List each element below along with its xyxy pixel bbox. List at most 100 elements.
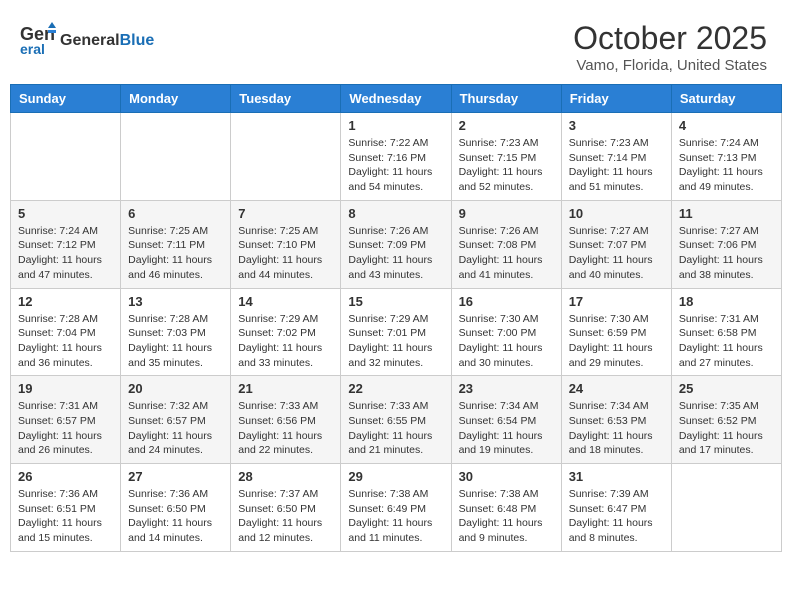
day-number: 17 — [569, 294, 664, 309]
calendar-cell: 12Sunrise: 7:28 AMSunset: 7:04 PMDayligh… — [11, 288, 121, 376]
calendar-cell: 26 Sunrise: 7:36 AMSunset: 6:51 PMDayligh… — [11, 464, 121, 552]
day-info: Sunrise: 7:26 AMSunset: 7:08 PMDaylight:… — [459, 224, 554, 283]
day-number: 13 — [128, 294, 223, 309]
day-info: Sunrise: 7:25 AMSunset: 7:11 PMDaylight:… — [128, 224, 223, 283]
calendar-header-row: SundayMondayTuesdayWednesdayThursdayFrid… — [11, 85, 782, 113]
calendar-cell: 9 Sunrise: 7:26 AMSunset: 7:08 PMDaylight… — [451, 200, 561, 288]
day-info: Sunrise: 7:28 AMSunset: 7:04 PMDaylight:… — [18, 312, 113, 371]
day-info: Sunrise: 7:30 AMSunset: 7:00 PMDaylight:… — [459, 312, 554, 371]
calendar-cell: 27 Sunrise: 7:36 AMSunset: 6:50 PMDayligh… — [121, 464, 231, 552]
logo: Gen eral GeneralBlue — [20, 20, 154, 61]
day-number: 5 — [18, 206, 113, 221]
calendar-cell — [11, 113, 121, 201]
day-info: Sunrise: 7:24 AMSunset: 7:12 PMDaylight:… — [18, 224, 113, 283]
day-info: Sunrise: 7:34 AMSunset: 6:53 PMDaylight:… — [569, 399, 664, 458]
calendar-cell: 23Sunrise: 7:34 AMSunset: 6:54 PMDayligh… — [451, 376, 561, 464]
day-header-wednesday: Wednesday — [341, 85, 451, 113]
day-info: Sunrise: 7:23 AMSunset: 7:15 PMDaylight:… — [459, 136, 554, 195]
calendar-cell: 22 Sunrise: 7:33 AMSunset: 6:55 PMDayligh… — [341, 376, 451, 464]
calendar-cell: 6 Sunrise: 7:25 AMSunset: 7:11 PMDaylight… — [121, 200, 231, 288]
day-header-tuesday: Tuesday — [231, 85, 341, 113]
day-info: Sunrise: 7:31 AMSunset: 6:58 PMDaylight:… — [679, 312, 774, 371]
title-block: October 2025 Vamo, Florida, United State… — [573, 20, 767, 74]
week-row-1: 1 Sunrise: 7:22 AMSunset: 7:16 PMDaylight… — [11, 113, 782, 201]
day-number: 14 — [238, 294, 333, 309]
day-number: 21 — [238, 381, 333, 396]
day-number: 4 — [679, 118, 774, 133]
day-number: 16 — [459, 294, 554, 309]
day-info: Sunrise: 7:39 AMSunset: 6:47 PMDaylight:… — [569, 487, 664, 546]
logo-icon: Gen eral — [20, 20, 56, 61]
calendar-cell: 29 Sunrise: 7:38 AMSunset: 6:49 PMDayligh… — [341, 464, 451, 552]
calendar-cell: 17 Sunrise: 7:30 AMSunset: 6:59 PMDayligh… — [561, 288, 671, 376]
week-row-4: 19Sunrise: 7:31 AMSunset: 6:57 PMDayligh… — [11, 376, 782, 464]
day-number: 15 — [348, 294, 443, 309]
day-number: 20 — [128, 381, 223, 396]
calendar-cell: 10Sunrise: 7:27 AMSunset: 7:07 PMDayligh… — [561, 200, 671, 288]
calendar-cell: 2 Sunrise: 7:23 AMSunset: 7:15 PMDaylight… — [451, 113, 561, 201]
calendar-cell: 15 Sunrise: 7:29 AMSunset: 7:01 PMDayligh… — [341, 288, 451, 376]
day-number: 26 — [18, 469, 113, 484]
calendar-cell: 30Sunrise: 7:38 AMSunset: 6:48 PMDayligh… — [451, 464, 561, 552]
day-info: Sunrise: 7:24 AMSunset: 7:13 PMDaylight:… — [679, 136, 774, 195]
calendar-cell: 31 Sunrise: 7:39 AMSunset: 6:47 PMDayligh… — [561, 464, 671, 552]
calendar-cell: 20Sunrise: 7:32 AMSunset: 6:57 PMDayligh… — [121, 376, 231, 464]
calendar-cell: 7Sunrise: 7:25 AMSunset: 7:10 PMDaylight… — [231, 200, 341, 288]
day-info: Sunrise: 7:35 AMSunset: 6:52 PMDaylight:… — [679, 399, 774, 458]
calendar-table: SundayMondayTuesdayWednesdayThursdayFrid… — [10, 84, 782, 552]
week-row-5: 26 Sunrise: 7:36 AMSunset: 6:51 PMDayligh… — [11, 464, 782, 552]
calendar-cell: 14 Sunrise: 7:29 AMSunset: 7:02 PMDayligh… — [231, 288, 341, 376]
logo-general: General — [60, 32, 120, 49]
day-info: Sunrise: 7:28 AMSunset: 7:03 PMDaylight:… — [128, 312, 223, 371]
calendar-cell — [121, 113, 231, 201]
day-info: Sunrise: 7:22 AMSunset: 7:16 PMDaylight:… — [348, 136, 443, 195]
day-number: 31 — [569, 469, 664, 484]
day-info: Sunrise: 7:38 AMSunset: 6:49 PMDaylight:… — [348, 487, 443, 546]
calendar-cell — [671, 464, 781, 552]
location-subtitle: Vamo, Florida, United States — [573, 57, 767, 74]
calendar-cell: 28Sunrise: 7:37 AMSunset: 6:50 PMDayligh… — [231, 464, 341, 552]
day-info: Sunrise: 7:29 AMSunset: 7:02 PMDaylight:… — [238, 312, 333, 371]
calendar-cell: 4 Sunrise: 7:24 AMSunset: 7:13 PMDaylight… — [671, 113, 781, 201]
day-number: 1 — [348, 118, 443, 133]
day-header-thursday: Thursday — [451, 85, 561, 113]
day-number: 10 — [569, 206, 664, 221]
calendar-cell: 25 Sunrise: 7:35 AMSunset: 6:52 PMDayligh… — [671, 376, 781, 464]
day-number: 25 — [679, 381, 774, 396]
day-number: 6 — [128, 206, 223, 221]
day-info: Sunrise: 7:37 AMSunset: 6:50 PMDaylight:… — [238, 487, 333, 546]
day-number: 22 — [348, 381, 443, 396]
day-info: Sunrise: 7:36 AMSunset: 6:50 PMDaylight:… — [128, 487, 223, 546]
day-info: Sunrise: 7:25 AMSunset: 7:10 PMDaylight:… — [238, 224, 333, 283]
day-info: Sunrise: 7:33 AMSunset: 6:55 PMDaylight:… — [348, 399, 443, 458]
calendar-cell: 16 Sunrise: 7:30 AMSunset: 7:00 PMDayligh… — [451, 288, 561, 376]
calendar-cell: 13 Sunrise: 7:28 AMSunset: 7:03 PMDayligh… — [121, 288, 231, 376]
day-info: Sunrise: 7:33 AMSunset: 6:56 PMDaylight:… — [238, 399, 333, 458]
day-info: Sunrise: 7:38 AMSunset: 6:48 PMDaylight:… — [459, 487, 554, 546]
day-number: 3 — [569, 118, 664, 133]
day-info: Sunrise: 7:31 AMSunset: 6:57 PMDaylight:… — [18, 399, 113, 458]
day-info: Sunrise: 7:29 AMSunset: 7:01 PMDaylight:… — [348, 312, 443, 371]
calendar-cell — [231, 113, 341, 201]
day-header-friday: Friday — [561, 85, 671, 113]
day-number: 24 — [569, 381, 664, 396]
calendar-cell: 19Sunrise: 7:31 AMSunset: 6:57 PMDayligh… — [11, 376, 121, 464]
month-title: October 2025 — [573, 20, 767, 57]
day-number: 23 — [459, 381, 554, 396]
day-number: 11 — [679, 206, 774, 221]
day-number: 9 — [459, 206, 554, 221]
day-info: Sunrise: 7:36 AMSunset: 6:51 PMDaylight:… — [18, 487, 113, 546]
calendar-cell: 3Sunrise: 7:23 AMSunset: 7:14 PMDaylight… — [561, 113, 671, 201]
day-header-saturday: Saturday — [671, 85, 781, 113]
page-header: Gen eral GeneralBlue October 2025 Vamo, … — [10, 10, 782, 84]
svg-text:eral: eral — [20, 41, 45, 56]
day-info: Sunrise: 7:30 AMSunset: 6:59 PMDaylight:… — [569, 312, 664, 371]
week-row-3: 12Sunrise: 7:28 AMSunset: 7:04 PMDayligh… — [11, 288, 782, 376]
calendar-cell: 24 Sunrise: 7:34 AMSunset: 6:53 PMDayligh… — [561, 376, 671, 464]
logo-text: GeneralBlue — [60, 32, 154, 50]
day-number: 27 — [128, 469, 223, 484]
calendar-cell: 18Sunrise: 7:31 AMSunset: 6:58 PMDayligh… — [671, 288, 781, 376]
day-number: 29 — [348, 469, 443, 484]
calendar-cell: 5 Sunrise: 7:24 AMSunset: 7:12 PMDaylight… — [11, 200, 121, 288]
day-number: 2 — [459, 118, 554, 133]
